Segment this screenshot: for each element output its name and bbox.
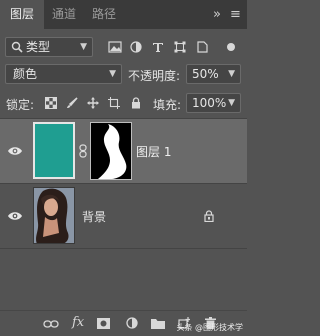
filter-kind-select[interactable]: 类型 ▼	[5, 37, 93, 57]
tab-paths[interactable]: 路径	[84, 0, 124, 29]
panel-menu-icon[interactable]: ≡	[230, 0, 241, 29]
layers-bottom-toolbar: fx 头条 @图形技术学	[0, 310, 247, 336]
type-filter-icon[interactable]	[152, 41, 164, 53]
new-group-icon[interactable]	[151, 318, 165, 329]
fill-value: 100%	[192, 96, 227, 110]
link-layers-icon[interactable]	[43, 319, 59, 329]
lock-image-pixels-icon[interactable]	[66, 97, 78, 109]
collapse-icon[interactable]: »	[213, 0, 221, 29]
layer-name[interactable]: 背景	[82, 208, 106, 225]
search-icon	[11, 41, 23, 53]
opacity-input[interactable]: 50% ▼	[186, 64, 241, 84]
layer-lock-icon	[204, 210, 214, 222]
layer-row-background[interactable]: 背景	[0, 184, 247, 248]
chevron-down-icon: ▼	[228, 69, 235, 79]
visibility-eye-icon[interactable]	[7, 145, 23, 157]
divider	[0, 248, 247, 249]
blend-row: 颜色 ▼ 不透明度: 50% ▼	[0, 62, 247, 86]
pixel-layer-filter-icon[interactable]	[108, 41, 122, 53]
filter-toggle-icon[interactable]	[226, 40, 236, 54]
shape-filter-icon[interactable]	[174, 41, 186, 53]
chevron-down-icon: ▼	[109, 69, 116, 79]
smart-object-filter-icon[interactable]	[196, 41, 208, 53]
adjustment-layer-icon[interactable]	[126, 317, 138, 329]
layer-mask-thumbnail[interactable]	[90, 122, 132, 180]
blend-mode-value: 颜色	[13, 67, 38, 81]
lock-transparent-pixels-icon[interactable]	[45, 97, 57, 109]
layer-mask-link-icon[interactable]	[79, 144, 87, 158]
visibility-eye-icon[interactable]	[7, 210, 23, 222]
layer-thumbnail-color-fill[interactable]	[33, 122, 75, 179]
add-mask-icon[interactable]	[97, 318, 110, 329]
panel-menu: » ≡	[213, 0, 247, 29]
opacity-value: 50%	[192, 67, 219, 81]
layer-thumbnail-photo[interactable]	[33, 187, 75, 244]
fill-input[interactable]: 100% ▼	[186, 93, 241, 113]
filter-kind-label: 类型	[26, 40, 51, 54]
lock-all-icon[interactable]	[131, 97, 141, 109]
lock-label: 锁定:	[6, 98, 35, 112]
lock-position-icon[interactable]	[87, 97, 99, 109]
adjustment-filter-icon[interactable]	[130, 41, 142, 53]
blend-mode-select[interactable]: 颜色 ▼	[5, 64, 122, 84]
tab-channels[interactable]: 通道	[44, 0, 84, 29]
fx-icon[interactable]: fx	[72, 315, 84, 330]
layer-name[interactable]: 图层 1	[136, 143, 171, 160]
lock-artboard-icon[interactable]	[108, 97, 121, 109]
watermark: 头条 @图形技术学	[176, 322, 243, 333]
fill-label: 填充:	[153, 98, 182, 112]
layer-row-layer-1[interactable]: 图层 1	[0, 119, 247, 183]
chevron-down-icon: ▼	[228, 98, 235, 108]
watermark-text: 头条 @图形技术学	[176, 323, 243, 332]
tab-layers[interactable]: 图层	[0, 0, 44, 29]
lock-row: 锁定: 填充: 100% ▼	[0, 90, 247, 116]
panel-tab-bar: 图层 通道 路径 » ≡	[0, 0, 247, 29]
filter-row: 类型 ▼	[0, 35, 247, 59]
opacity-label: 不透明度:	[128, 69, 181, 83]
chevron-down-icon: ▼	[80, 42, 87, 52]
